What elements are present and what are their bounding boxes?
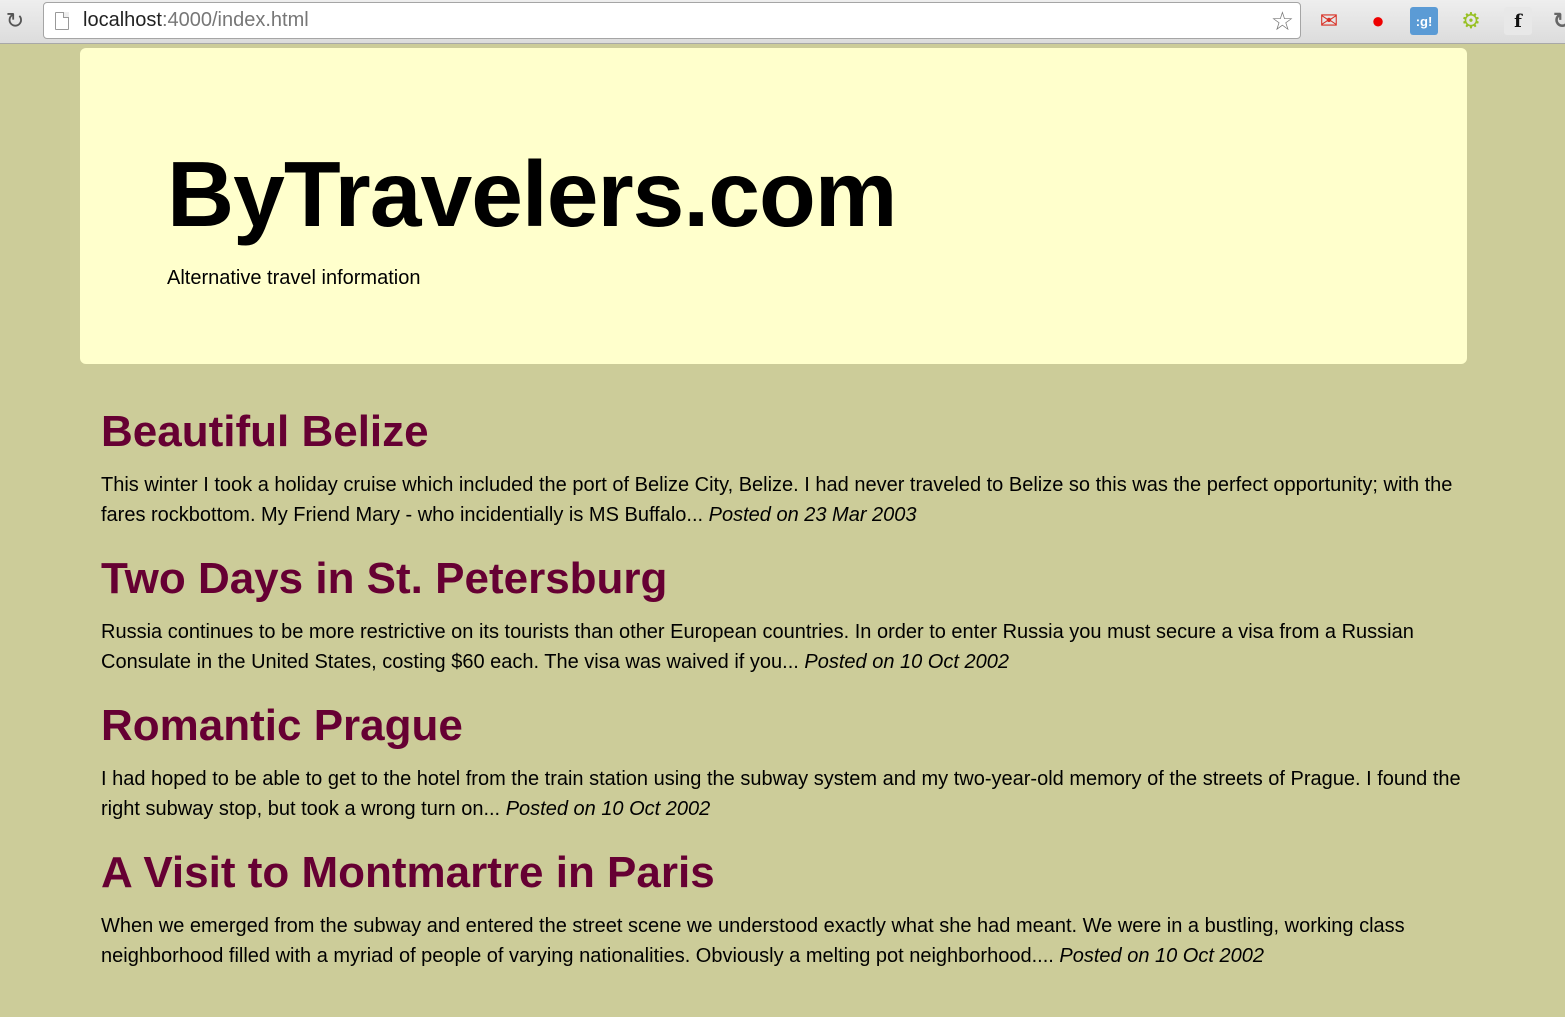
post-excerpt: Russia continues to be more restrictive … (101, 617, 1496, 677)
post-item: Beautiful Belize This winter I took a ho… (101, 404, 1496, 530)
post-date: Posted on 10 Oct 2002 (505, 798, 711, 820)
post-date: Posted on 10 Oct 2002 (1059, 945, 1264, 967)
post-date: Posted on 23 Mar 2003 (708, 504, 917, 526)
post-excerpt: I had hoped to be able to get to the hot… (101, 764, 1496, 824)
address-bar[interactable]: localhost:4000/index.html ☆ (43, 2, 1301, 39)
post-list: Beautiful Belize This winter I took a ho… (101, 404, 1496, 992)
post-excerpt-text: Russia continues to be more restrictive … (101, 621, 1414, 673)
url-host: localhost (83, 9, 162, 31)
post-title-link[interactable]: Beautiful Belize (101, 404, 1496, 460)
gmail-icon[interactable]: ✉ (1315, 7, 1343, 35)
post-title-link[interactable]: Romantic Prague (101, 698, 1496, 754)
page-icon (55, 11, 69, 30)
post-item: A Visit to Montmartre in Paris When we e… (101, 845, 1496, 971)
site-header: ByTravelers.com Alternative travel infor… (80, 48, 1467, 364)
reload-icon[interactable]: ↻ (2, 8, 28, 34)
post-item: Romantic Prague I had hoped to be able t… (101, 698, 1496, 824)
post-excerpt: When we emerged from the subway and ente… (101, 911, 1496, 971)
google-icon[interactable]: :g! (1410, 7, 1438, 35)
url-path: :4000/index.html (161, 9, 309, 31)
android-icon[interactable]: ⚙ (1457, 7, 1485, 35)
post-excerpt: This winter I took a holiday cruise whic… (101, 470, 1496, 530)
url-text[interactable]: localhost:4000/index.html (83, 9, 309, 32)
post-title-link[interactable]: Two Days in St. Petersburg (101, 551, 1496, 607)
browser-toolbar: ↻ localhost:4000/index.html ☆ ✉ ● :g! ⚙ … (0, 0, 1565, 44)
font-icon[interactable]: f (1504, 7, 1532, 35)
post-item: Two Days in St. Petersburg Russia contin… (101, 551, 1496, 677)
post-title-link[interactable]: A Visit to Montmartre in Paris (101, 845, 1496, 901)
pin-icon[interactable]: ● (1364, 7, 1392, 35)
site-title[interactable]: ByTravelers.com (167, 148, 897, 241)
post-excerpt-text: I had hoped to be able to get to the hot… (101, 768, 1461, 820)
star-icon[interactable]: ☆ (1271, 6, 1294, 37)
more-icon[interactable]: ↻ (1548, 7, 1565, 35)
site-tagline: Alternative travel information (167, 267, 421, 289)
post-date: Posted on 10 Oct 2002 (804, 651, 1009, 673)
